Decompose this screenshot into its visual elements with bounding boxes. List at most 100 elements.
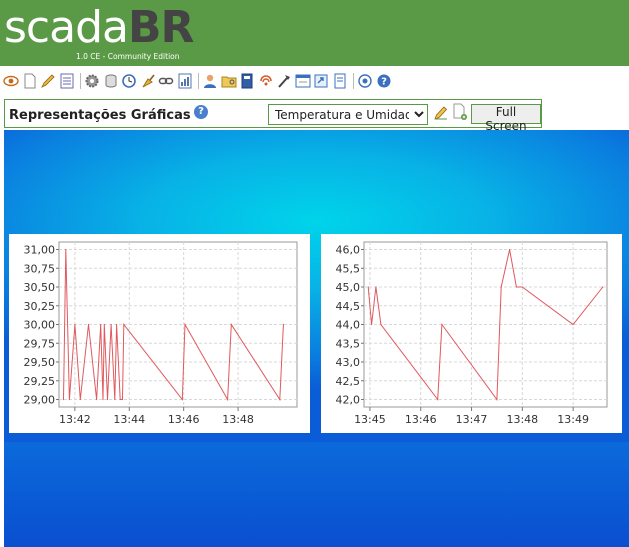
view-help-icon[interactable]: ? (194, 105, 208, 119)
x-tick-label: 13:45 (354, 413, 386, 426)
temperature-data-point (103, 323, 105, 326)
y-tick-label: 30,00 (24, 319, 56, 332)
humidity-data-point (441, 323, 443, 326)
app-window: scadaBR 1.0 CE - Community Edition ? Rep… (0, 0, 629, 547)
temperature-data-point (227, 398, 229, 401)
database-icon[interactable] (103, 73, 119, 89)
tools-icon[interactable] (276, 73, 292, 89)
humidity-data-point (572, 323, 574, 326)
temperature-chart: 31,00 30,75 30,50 30,25 30,00 29,75 29,50 29,25… (9, 234, 310, 433)
edition-label: 1.0 CE - Community Edition (76, 52, 180, 61)
y-tick-label: 30,75 (24, 262, 56, 275)
humidity-data-point (496, 398, 498, 401)
temperature-data-point (87, 323, 90, 326)
y-tick-label: 45,0 (336, 281, 361, 294)
report-icon[interactable] (177, 73, 193, 89)
export-icon[interactable] (313, 73, 329, 89)
humidity-chart: 46,0 45,5 45,0 44,5 44,0 43,5 43,0 42,5 42,0 13:4… (321, 234, 622, 433)
edit-icon[interactable] (40, 73, 56, 89)
y-tick-label: 43,5 (336, 337, 361, 350)
temperature-data-point (62, 398, 65, 401)
y-tick-label: 29,50 (24, 356, 56, 369)
signal-icon[interactable] (258, 73, 274, 89)
view-selector-bar: Representações Gráficas ? Temperatura e … (4, 99, 542, 133)
temperature-data-point (119, 398, 121, 401)
temperature-data-point (100, 323, 102, 326)
background-band (4, 442, 629, 547)
x-tick-label: 13:44 (113, 413, 145, 426)
broom-icon[interactable] (140, 73, 156, 89)
help-icon[interactable]: ? (376, 73, 392, 89)
temperature-data-point (79, 398, 81, 401)
humidity-data-point (367, 286, 369, 288)
y-tick-label: 29,25 (24, 375, 56, 388)
humidity-data-point (515, 286, 517, 288)
humidity-data-point (371, 323, 373, 326)
y-tick-label: 45,5 (336, 262, 361, 275)
temperature-data-point (181, 398, 183, 401)
x-tick-label: 13:46 (405, 413, 437, 426)
y-tick-label: 46,0 (336, 244, 361, 257)
book-icon[interactable] (239, 73, 255, 89)
temperature-data-point (116, 323, 118, 326)
toolbar-separator (353, 73, 354, 89)
temperature-data-point (106, 398, 109, 401)
x-tick-label: 13:48 (506, 413, 538, 426)
new-document-icon[interactable] (22, 73, 38, 89)
temperature-data-point (110, 323, 112, 326)
toolbar-separator (80, 73, 81, 89)
full-screen-button[interactable]: Full Screen (471, 104, 541, 133)
temperature-data-point (74, 323, 76, 326)
page-title: Representações Gráficas (9, 108, 191, 123)
logo-text-bold: BR (127, 2, 194, 53)
humidity-data-point (602, 286, 604, 288)
y-tick-label: 42,5 (336, 375, 361, 388)
x-tick-label: 13:47 (456, 413, 488, 426)
humidity-data-point (500, 286, 502, 288)
y-tick-label: 29,75 (24, 337, 56, 350)
x-tick-label: 13:46 (168, 413, 200, 426)
folder-key-icon[interactable] (221, 73, 237, 89)
gear-icon[interactable] (84, 73, 100, 89)
y-tick-label: 44,0 (336, 319, 361, 332)
new-view-icon[interactable] (452, 103, 468, 121)
temperature-data-point (102, 398, 104, 401)
user-icon[interactable] (202, 73, 218, 89)
y-tick-label: 31,00 (24, 244, 56, 257)
temperature-chart-svg: 31,00 30,75 30,50 30,25 30,00 29,75 29,50 29,25… (24, 241, 298, 426)
humidity-chart-svg: 46,0 45,5 45,0 44,5 44,0 43,5 43,0 42,5 42,0 13:4… (336, 241, 608, 426)
clock-icon[interactable] (121, 73, 137, 89)
x-tick-label: 13:48 (222, 413, 254, 426)
record-icon[interactable] (357, 73, 373, 89)
temperature-data-point (184, 323, 186, 326)
view-select[interactable]: Temperatura e Umidade (268, 104, 428, 125)
main-toolbar: ? (0, 68, 629, 94)
temperature-data-point (279, 398, 281, 401)
y-tick-label: 29,00 (24, 394, 56, 407)
toolbar-separator (198, 73, 199, 89)
edit-view-icon[interactable] (434, 104, 448, 120)
temperature-data-point (123, 323, 125, 326)
y-tick-label: 30,50 (24, 281, 56, 294)
humidity-data-point (375, 286, 377, 288)
svg-text:?: ? (381, 77, 387, 88)
logo-text: scada (4, 2, 129, 53)
humidity-data-point (380, 323, 382, 326)
temperature-data-point (230, 323, 232, 326)
page-icon[interactable] (332, 73, 348, 89)
y-tick-label: 42,0 (336, 394, 361, 407)
x-tick-label: 13:42 (59, 413, 91, 426)
eye-icon[interactable] (3, 73, 19, 89)
x-tick-label: 13:49 (557, 413, 589, 426)
y-tick-label: 30,25 (24, 300, 56, 313)
list-icon[interactable] (59, 73, 75, 89)
link-icon[interactable] (158, 73, 174, 89)
temperature-data-point (282, 323, 284, 326)
temperature-data-point (121, 398, 124, 401)
temperature-data-point (68, 398, 70, 401)
y-tick-label: 44,5 (336, 300, 361, 313)
temperature-data-point (65, 248, 67, 251)
y-tick-label: 43,0 (336, 356, 361, 369)
header-bar: scadaBR 1.0 CE - Community Edition (0, 0, 629, 66)
window-icon[interactable] (295, 73, 311, 89)
